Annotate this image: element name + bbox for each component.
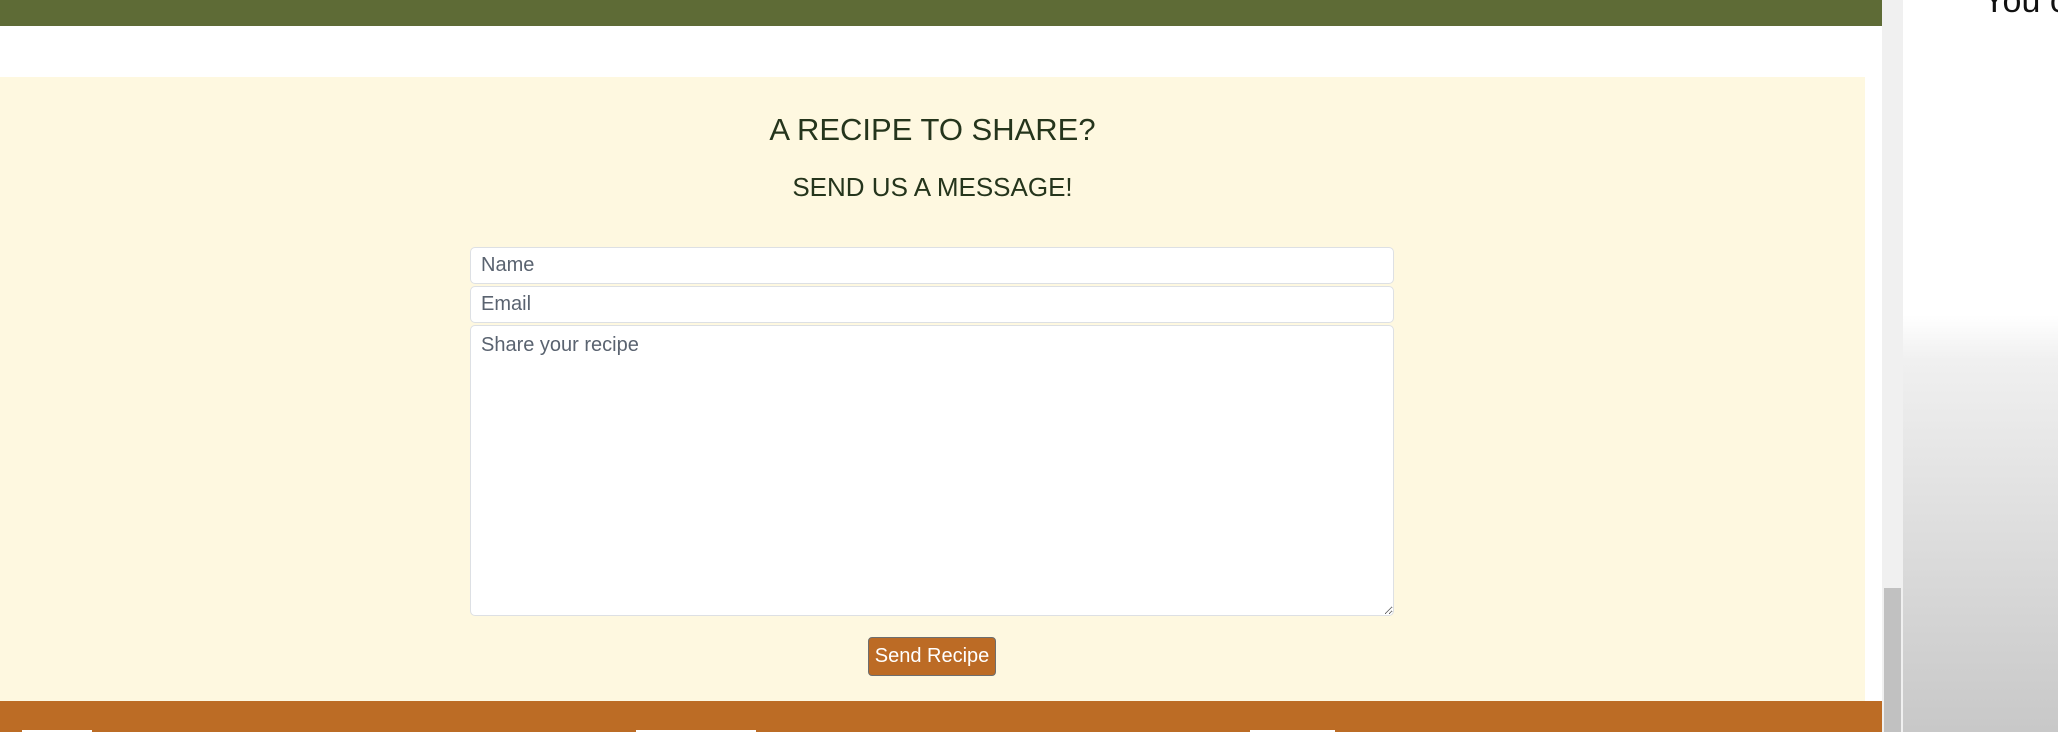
email-input[interactable] (470, 286, 1394, 323)
side-panel-text: You c (1983, 0, 2058, 20)
contact-subtitle: SEND US A MESSAGE! (792, 172, 1073, 202)
top-nav-bar (0, 0, 1882, 26)
send-recipe-button[interactable]: Send Recipe (868, 637, 996, 676)
contact-title: A RECIPE TO SHARE? (769, 112, 1096, 147)
side-panel: You c (1903, 0, 2058, 732)
scrollbar-thumb[interactable] (1884, 588, 1901, 732)
name-input[interactable] (470, 247, 1394, 284)
footer (0, 701, 1882, 733)
recipe-textarea[interactable] (470, 325, 1394, 616)
